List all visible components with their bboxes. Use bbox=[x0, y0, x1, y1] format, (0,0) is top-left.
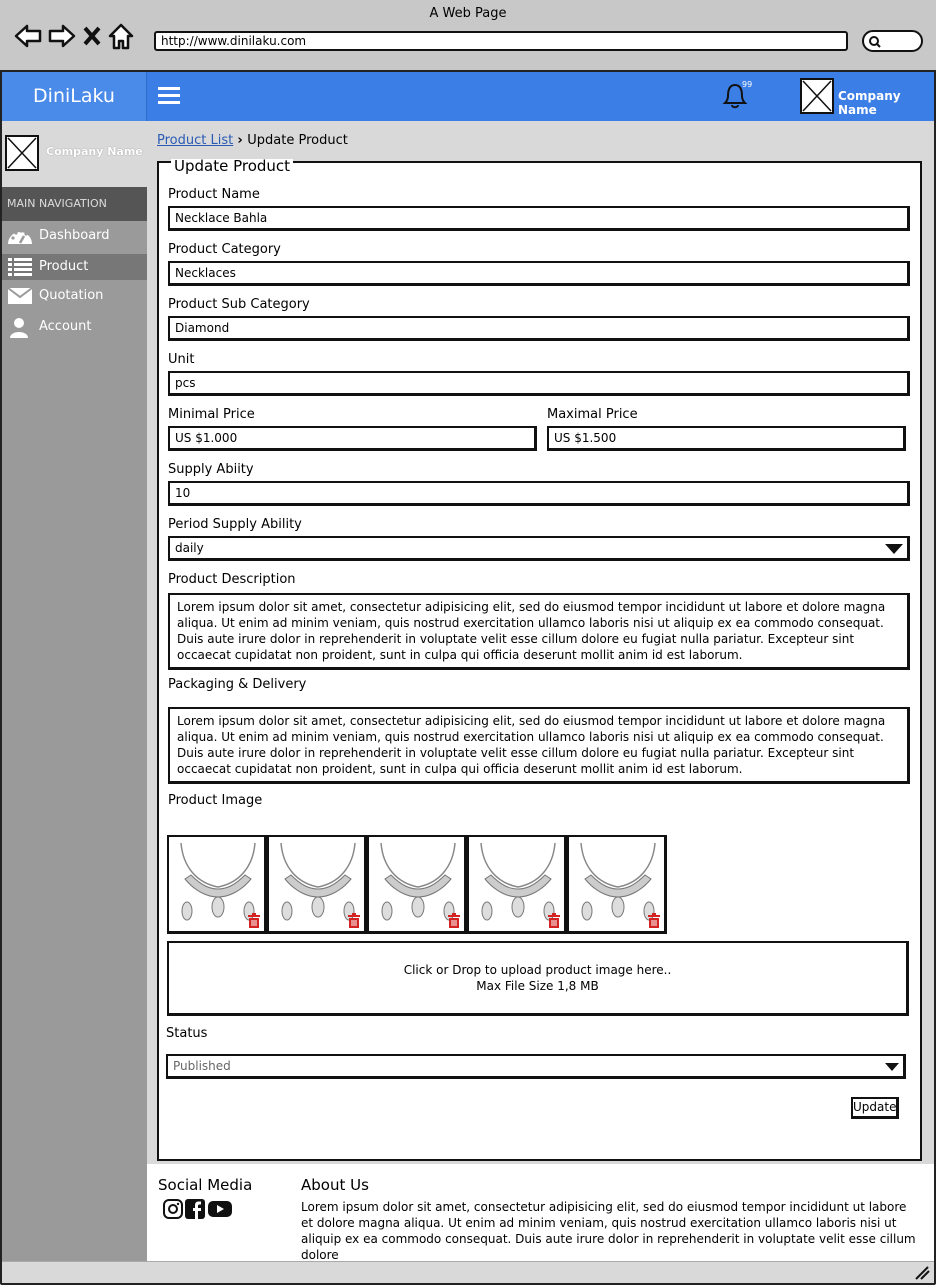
product-image-thumb[interactable] bbox=[567, 835, 667, 934]
packaging-delivery-label: Packaging & Delivery bbox=[168, 677, 307, 692]
minimal-price-input[interactable]: US $1.000 bbox=[168, 426, 537, 451]
list-icon bbox=[8, 258, 32, 276]
instagram-icon[interactable] bbox=[163, 1198, 183, 1220]
placeholder-image-icon bbox=[7, 137, 37, 169]
social-media-title: Social Media bbox=[158, 1176, 253, 1194]
update-button[interactable]: Update bbox=[851, 1097, 899, 1119]
browser-chrome: A Web Page http://www.dinilaku.com bbox=[0, 0, 936, 72]
sidebar-section-title: MAIN NAVIGATION bbox=[2, 187, 147, 221]
image-upload-dropzone[interactable]: Click or Drop to upload product image he… bbox=[167, 941, 909, 1016]
product-name-input[interactable]: Necklace Bahla bbox=[168, 206, 910, 231]
period-supply-select[interactable]: daily bbox=[168, 536, 910, 561]
supply-ability-input[interactable]: 10 bbox=[168, 481, 910, 506]
chevron-down-icon bbox=[885, 544, 903, 554]
upload-size-limit: Max File Size 1,8 MB bbox=[476, 979, 599, 993]
back-icon[interactable] bbox=[14, 23, 42, 49]
breadcrumb-link-product-list[interactable]: Product List bbox=[157, 133, 233, 148]
update-product-panel: Update Product Product Name Necklace Bah… bbox=[157, 159, 922, 1161]
avatar bbox=[5, 135, 39, 171]
supply-ability-label: Supply Abiity bbox=[168, 462, 254, 477]
sidebar-item-dashboard[interactable]: Dashboard bbox=[2, 223, 147, 249]
period-supply-label: Period Supply Ability bbox=[168, 517, 302, 532]
product-image-label: Product Image bbox=[168, 793, 263, 808]
product-image-thumb[interactable] bbox=[267, 835, 367, 934]
delete-icon[interactable] bbox=[247, 913, 261, 928]
period-supply-value: daily bbox=[175, 541, 204, 555]
sidebar-item-label: Account bbox=[39, 319, 92, 334]
status-select[interactable]: Published bbox=[166, 1054, 906, 1079]
sidebar-item-account[interactable]: Account bbox=[2, 314, 147, 340]
about-us-text: Lorem ipsum dolor sit amet, consectetur … bbox=[301, 1200, 916, 1262]
status-label: Status bbox=[166, 1026, 208, 1041]
user-icon bbox=[10, 318, 28, 338]
social-icons bbox=[163, 1198, 233, 1220]
delete-icon[interactable] bbox=[347, 913, 361, 928]
window-title: A Web Page bbox=[429, 6, 507, 21]
chevron-down-icon bbox=[885, 1063, 899, 1071]
sidebar-item-quotation[interactable]: Quotation bbox=[2, 283, 147, 309]
notification-badge: 99 bbox=[742, 80, 753, 89]
browser-nav bbox=[14, 22, 134, 50]
breadcrumb: Product List › Update Product bbox=[157, 133, 348, 148]
product-category-label: Product Category bbox=[168, 242, 281, 257]
footer: Social Media About Us Lorem ipsum dolor … bbox=[147, 1164, 934, 1262]
menu-toggle-icon[interactable] bbox=[158, 87, 180, 105]
brand-logo[interactable]: DiniLaku bbox=[2, 72, 147, 121]
product-sub-category-input[interactable]: Diamond bbox=[168, 316, 910, 341]
youtube-icon[interactable] bbox=[207, 1198, 233, 1220]
maximal-price-input[interactable]: US $1.500 bbox=[547, 426, 906, 451]
dashboard-icon bbox=[8, 229, 32, 244]
unit-label: Unit bbox=[168, 352, 195, 367]
sidebar-item-product[interactable]: Product bbox=[2, 254, 147, 280]
sidebar-item-label: Dashboard bbox=[39, 228, 110, 243]
product-image-gallery bbox=[167, 835, 667, 934]
url-bar[interactable]: http://www.dinilaku.com bbox=[154, 31, 848, 51]
search-icon bbox=[869, 36, 881, 48]
product-image-thumb[interactable] bbox=[167, 835, 267, 934]
resize-handle-icon[interactable] bbox=[914, 1266, 930, 1280]
home-icon[interactable] bbox=[108, 22, 134, 50]
close-icon[interactable] bbox=[82, 25, 102, 47]
delete-icon[interactable] bbox=[447, 913, 461, 928]
placeholder-image-icon bbox=[802, 80, 832, 112]
packaging-delivery-textarea[interactable]: Lorem ipsum dolor sit amet, consectetur … bbox=[168, 707, 910, 784]
sidebar: Company Name MAIN NAVIGATION Dashboard P… bbox=[2, 121, 147, 1261]
sidebar-item-label: Product bbox=[39, 259, 89, 274]
forward-icon[interactable] bbox=[48, 23, 76, 49]
product-description-textarea[interactable]: Lorem ipsum dolor sit amet, consectetur … bbox=[168, 593, 910, 670]
status-value: Published bbox=[173, 1059, 231, 1073]
unit-input[interactable]: pcs bbox=[168, 371, 910, 396]
browser-status-bar bbox=[2, 1261, 934, 1283]
product-category-input[interactable]: Necklaces bbox=[168, 261, 910, 286]
sidebar-profile: Company Name bbox=[2, 121, 147, 187]
main-content: Product List › Update Product Update Pro… bbox=[147, 121, 934, 1164]
avatar[interactable] bbox=[800, 78, 834, 114]
delete-icon[interactable] bbox=[647, 913, 661, 928]
maximal-price-label: Maximal Price bbox=[547, 407, 638, 422]
breadcrumb-current: Update Product bbox=[247, 133, 348, 148]
minimal-price-label: Minimal Price bbox=[168, 407, 255, 422]
delete-icon[interactable] bbox=[547, 913, 561, 928]
facebook-icon[interactable] bbox=[185, 1198, 205, 1220]
header-company-name[interactable]: Company Name bbox=[838, 89, 934, 117]
panel-title: Update Product bbox=[171, 159, 294, 174]
upload-instruction: Click or Drop to upload product image he… bbox=[403, 963, 672, 977]
envelope-icon bbox=[7, 287, 33, 304]
product-sub-category-label: Product Sub Category bbox=[168, 297, 310, 312]
product-name-label: Product Name bbox=[168, 187, 260, 202]
product-image-thumb[interactable] bbox=[467, 835, 567, 934]
sidebar-item-label: Quotation bbox=[39, 288, 104, 303]
sidebar-company-name: Company Name bbox=[46, 145, 143, 158]
browser-search[interactable] bbox=[862, 30, 923, 52]
chevron-right-icon: › bbox=[237, 133, 248, 148]
product-description-label: Product Description bbox=[168, 572, 296, 587]
top-header: DiniLaku 99 Company Name bbox=[2, 72, 934, 121]
product-image-thumb[interactable] bbox=[367, 835, 467, 934]
about-us-title: About Us bbox=[301, 1176, 369, 1194]
